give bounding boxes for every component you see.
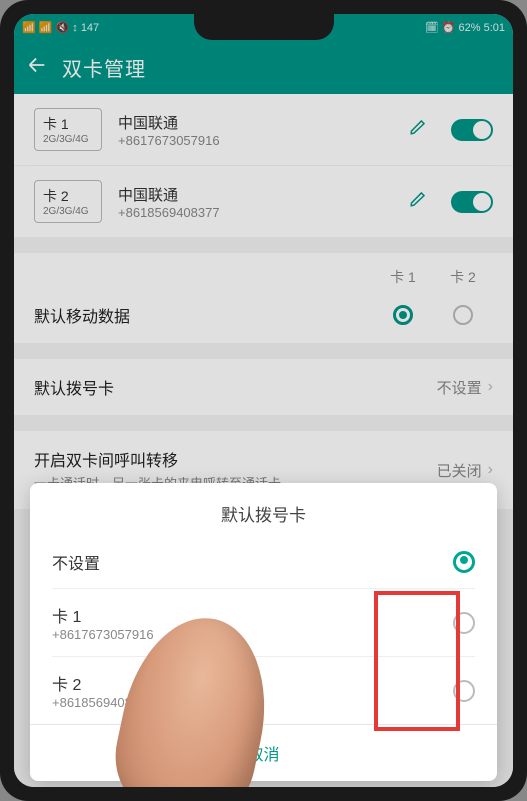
dialog-radio-none [453,551,475,573]
dialog-option-none[interactable]: 不设置 [30,536,497,588]
dialog-option-card1[interactable]: 卡 1 +8617673057916 [30,589,497,656]
default-dial-dialog: 默认拨号卡 不设置 卡 1 +8617673057916 卡 2 +861856… [30,483,497,781]
dialog-option-card1-label: 卡 1 [52,603,453,627]
dialog-option-none-label: 不设置 [52,550,453,574]
dialog-radio-card2 [453,680,475,702]
phone-notch [194,14,334,40]
dialog-option-card1-number: +8617673057916 [52,627,453,642]
dialog-radio-card1 [453,612,475,634]
dialog-title: 默认拨号卡 [30,483,497,536]
dialog-cancel-button[interactable]: 取消 [30,724,497,781]
